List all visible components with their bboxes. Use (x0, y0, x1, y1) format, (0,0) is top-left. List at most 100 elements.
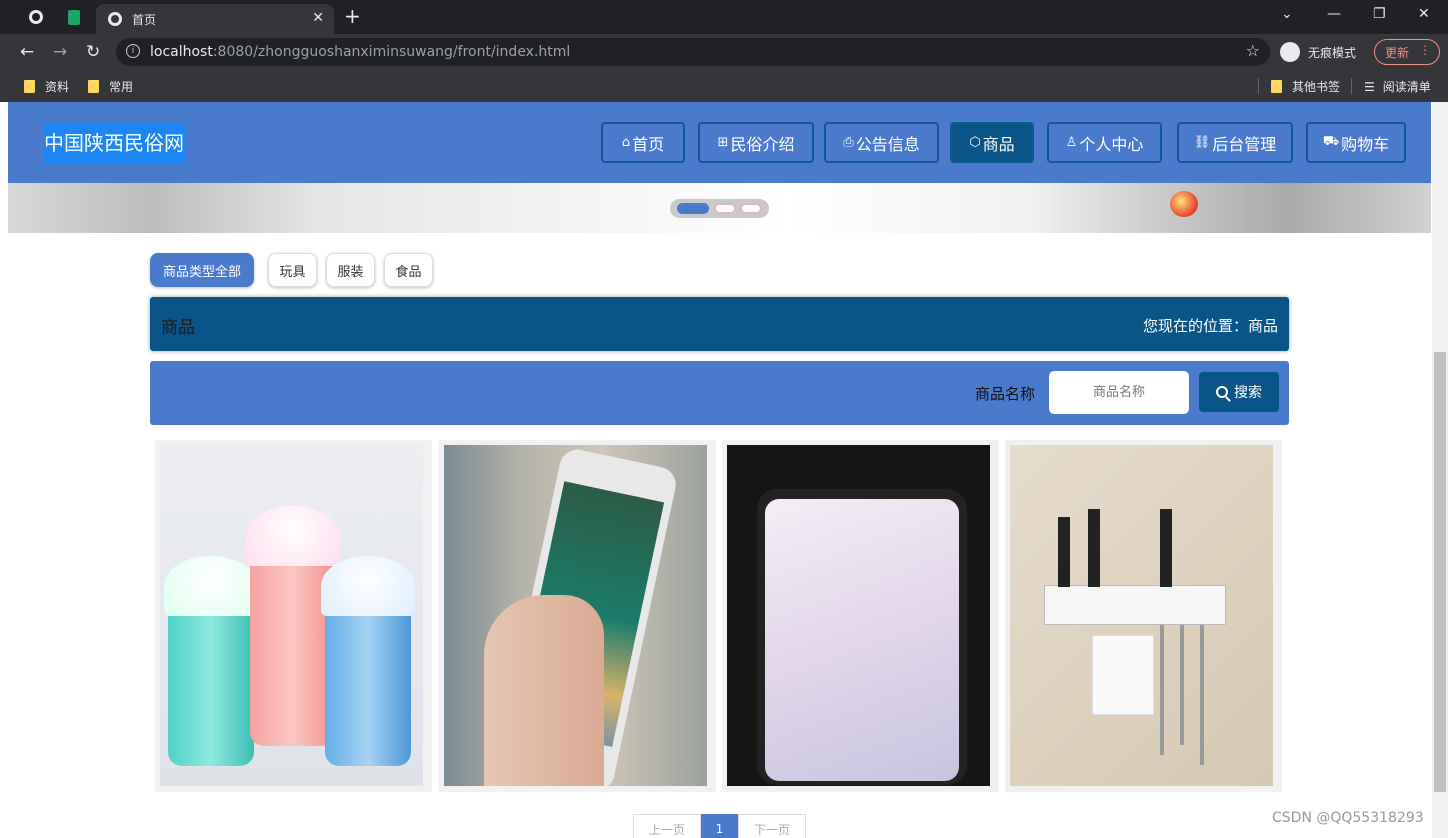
banner-decoration (1170, 191, 1198, 217)
search-bar: 商品名称 搜索 (150, 361, 1289, 425)
nav-label: 后台管理 (1212, 134, 1277, 154)
search-input[interactable] (1049, 371, 1189, 414)
cup-shape (321, 556, 415, 766)
gift-icon: ⊞ (717, 135, 729, 150)
scrollbar-thumb[interactable] (1434, 352, 1446, 792)
product-image-android-phone[interactable] (727, 445, 990, 786)
filter-toys[interactable]: 玩具 (268, 253, 317, 287)
carousel-pager (670, 199, 769, 218)
browser-tab-strip: 首页 ✕ + ⌄ — ❐ ✕ (0, 0, 1448, 34)
knife (1160, 509, 1172, 587)
tab-title: 首页 (132, 12, 157, 27)
nav-admin[interactable]: ⛓ 后台管理 (1177, 122, 1293, 163)
incognito-label: 无痕模式 (1308, 45, 1357, 60)
incognito-icon (1280, 42, 1300, 62)
utensil (1160, 625, 1164, 755)
watermark: CSDN @QQ55318293 (1272, 810, 1424, 826)
product-card[interactable] (155, 440, 432, 792)
window-close-icon[interactable]: ✕ (1418, 6, 1430, 22)
search-icon (1216, 386, 1228, 398)
product-card[interactable] (1005, 440, 1282, 792)
nav-label: 首页 (632, 134, 665, 154)
rack-shelf (1044, 585, 1226, 625)
minimize-icon[interactable]: — (1327, 6, 1341, 22)
nav-cart[interactable]: ⛟ 购物车 (1306, 122, 1406, 163)
page-scrollbar[interactable] (1432, 102, 1448, 838)
nav-announcements[interactable]: ⎙ 公告信息 (824, 122, 939, 163)
reading-list-icon: ☰ (1364, 79, 1375, 94)
carousel-dot-active[interactable] (677, 203, 709, 214)
incognito-indicator[interactable]: 无痕模式 (1280, 40, 1356, 64)
product-card[interactable] (722, 440, 999, 792)
printer-icon: ⎙ (843, 135, 854, 150)
bookmarks-bar: 资料 常用 其他书签 ☰ 阅读清单 (0, 70, 1448, 102)
bookmark-folder[interactable]: 常用 (88, 78, 133, 95)
address-toolbar: ← → ↻ i localhost:8080/zhongguoshanximin… (0, 34, 1448, 70)
nav-label: 民俗介绍 (730, 134, 795, 154)
carousel-dot[interactable] (714, 203, 736, 214)
knife (1088, 509, 1100, 587)
home-icon: ⌂ (621, 135, 631, 150)
tab-search-icon[interactable]: ⌄ (1281, 6, 1293, 22)
site-logo[interactable]: 中国陕西民俗网 (43, 123, 185, 163)
bookmark-label: 资料 (45, 80, 70, 94)
filter-all[interactable]: 商品类型全部 (150, 253, 254, 287)
product-image-toy-cups[interactable] (160, 445, 423, 786)
sheets-icon (68, 9, 80, 25)
phone-body (757, 489, 967, 785)
utensil (1200, 625, 1204, 765)
globe-icon (29, 10, 43, 24)
next-page-button[interactable]: 下一页 (738, 814, 806, 838)
nav-personal-center[interactable]: ♙ 个人中心 (1047, 122, 1162, 163)
nav-products[interactable]: ⬡ 商品 (950, 122, 1034, 163)
breadcrumb: 您现在的位置：商品 (1142, 317, 1278, 335)
update-label: 更新 (1385, 45, 1410, 60)
prev-page-button[interactable]: 上一页 (633, 814, 701, 838)
search-button-label: 搜索 (1234, 385, 1262, 401)
user-icon: ♙ (1065, 135, 1078, 150)
reading-list[interactable]: ☰ 阅读清单 (1364, 78, 1431, 95)
menu-dots-icon[interactable]: ⋮ (1419, 43, 1431, 57)
bookmark-star-icon[interactable]: ☆ (1246, 41, 1260, 60)
carousel-dot[interactable] (740, 203, 762, 214)
pinned-tab[interactable] (18, 0, 54, 34)
bookmark-label: 其他书签 (1292, 80, 1341, 94)
cup-lid (321, 556, 415, 616)
globe-icon (108, 12, 122, 26)
other-bookmarks[interactable]: 其他书签 (1271, 78, 1340, 95)
product-card[interactable] (439, 440, 716, 792)
nav-label: 公告信息 (855, 134, 920, 154)
bookmark-label: 阅读清单 (1382, 80, 1431, 94)
address-bar[interactable]: i localhost:8080/zhongguoshanximinsuwang… (116, 38, 1270, 66)
page-1-button[interactable]: 1 (701, 814, 738, 838)
update-button[interactable]: 更新 ⋮ (1374, 39, 1440, 65)
reload-icon[interactable]: ↻ (86, 42, 100, 62)
pinned-tab-sheets[interactable] (56, 0, 92, 34)
filter-food[interactable]: 食品 (384, 253, 433, 287)
utensil (1180, 625, 1184, 745)
folder-icon (24, 80, 35, 93)
active-tab[interactable]: 首页 ✕ (96, 4, 334, 34)
product-image-iphone[interactable] (444, 445, 707, 786)
search-button[interactable]: 搜索 (1199, 372, 1279, 412)
divider (1258, 78, 1259, 94)
bookmark-label: 常用 (109, 80, 134, 94)
url-text: localhost:8080/zhongguoshanximinsuwang/f… (150, 44, 571, 60)
info-icon[interactable]: i (126, 44, 140, 58)
cart-icon: ⛟ (1322, 134, 1340, 149)
back-icon[interactable]: ← (20, 42, 34, 62)
box-icon: ⬡ (969, 135, 981, 150)
product-image-kitchen-rack[interactable] (1010, 445, 1273, 786)
folder-icon (1271, 80, 1282, 93)
site-header: 中国陕西民俗网 ⌂ 首页 ⊞ 民俗介绍 ⎙ 公告信息 ⬡ 商品 ♙ 个人中心 ⛓ 后台管理 … (8, 102, 1431, 183)
section-title-bar: 商品 您现在的位置：商品 (150, 297, 1289, 351)
close-icon[interactable]: ✕ (312, 10, 324, 26)
restore-icon[interactable]: ❐ (1373, 6, 1386, 22)
forward-icon[interactable]: → (53, 42, 67, 62)
filter-clothing[interactable]: 服装 (326, 253, 375, 287)
nav-home[interactable]: ⌂ 首页 (601, 122, 685, 163)
bookmark-folder[interactable]: 资料 (24, 78, 69, 95)
nav-folk-intro[interactable]: ⊞ 民俗介绍 (698, 122, 814, 163)
cup-lid (246, 506, 340, 566)
new-tab-icon[interactable]: + (344, 4, 361, 28)
